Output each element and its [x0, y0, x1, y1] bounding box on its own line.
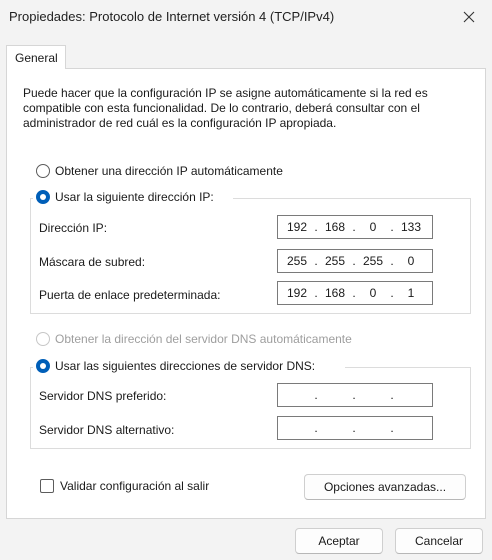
preferred-dns-input[interactable]: . . . [277, 383, 433, 407]
octet-4: 133 [400, 220, 422, 234]
octet-separator: . [352, 388, 356, 402]
gateway-label: Puerta de enlace predeterminada: [39, 288, 221, 302]
octet-separator: . [314, 286, 318, 300]
close-button[interactable] [446, 0, 492, 34]
ok-button[interactable]: Aceptar [295, 528, 383, 554]
octet-separator: . [314, 421, 318, 435]
close-icon [463, 11, 475, 23]
alternate-dns-input[interactable]: . . . [277, 416, 433, 440]
octet-separator: . [314, 220, 318, 234]
octet-separator: . [314, 254, 318, 268]
octet-separator: . [352, 286, 356, 300]
octet-separator: . [390, 254, 394, 268]
octet-1: 255 [286, 254, 308, 268]
description-text: Puede hacer que la configuración IP se a… [23, 86, 428, 130]
subnet-mask-label: Máscara de subred: [39, 255, 146, 269]
auto-dns-label: Obtener la dirección del servidor DNS au… [55, 332, 352, 346]
cancel-button[interactable]: Cancelar [395, 528, 483, 554]
tab-general[interactable]: General [6, 45, 66, 69]
octet-3: 0 [369, 286, 377, 300]
window-title: Propiedades: Protocolo de Internet versi… [9, 9, 335, 24]
octet-separator: . [390, 286, 394, 300]
octet-2: 168 [324, 286, 346, 300]
ip-address-input[interactable]: 192 . 168 . 0 . 133 [277, 215, 433, 239]
octet-1: 192 [286, 220, 308, 234]
octet-3: 0 [369, 220, 377, 234]
octet-separator: . [390, 388, 394, 402]
alternate-dns-label: Servidor DNS alternativo: [39, 423, 175, 437]
octet-separator: . [390, 421, 394, 435]
octet-1: 192 [286, 286, 308, 300]
preferred-dns-label: Servidor DNS preferido: [39, 389, 167, 403]
octet-separator: . [352, 421, 356, 435]
title-bar: Propiedades: Protocolo de Internet versi… [0, 0, 492, 34]
octet-separator: . [314, 388, 318, 402]
octet-separator: . [390, 220, 394, 234]
octet-4: 1 [407, 286, 415, 300]
advanced-options-button[interactable]: Opciones avanzadas... [304, 474, 466, 500]
validate-checkbox[interactable] [40, 479, 54, 493]
octet-4: 0 [407, 254, 415, 268]
manual-ip-label: Usar la siguiente dirección IP: [55, 190, 214, 204]
ip-address-label: Dirección IP: [39, 221, 108, 235]
manual-ip-radio[interactable] [36, 190, 50, 204]
auto-ip-label: Obtener una dirección IP automáticamente [55, 164, 283, 178]
manual-ip-option[interactable]: Usar la siguiente dirección IP: [36, 190, 214, 204]
manual-dns-label: Usar las siguientes direcciones de servi… [55, 359, 316, 373]
manual-dns-option[interactable]: Usar las siguientes direcciones de servi… [36, 359, 315, 373]
auto-ip-radio[interactable] [36, 164, 50, 178]
validate-label: Validar configuración al salir [60, 479, 210, 493]
auto-dns-option[interactable]: Obtener la dirección del servidor DNS au… [36, 332, 352, 346]
octet-separator: . [352, 254, 356, 268]
general-panel: Puede hacer que la configuración IP se a… [6, 68, 486, 519]
auto-ip-option[interactable]: Obtener una dirección IP automáticamente [36, 164, 283, 178]
subnet-mask-input[interactable]: 255 . 255 . 255 . 0 [277, 249, 433, 273]
octet-2: 168 [324, 220, 346, 234]
gateway-input[interactable]: 192 . 168 . 0 . 1 [277, 281, 433, 305]
octet-3: 255 [362, 254, 384, 268]
validate-option[interactable]: Validar configuración al salir [40, 479, 209, 493]
manual-dns-radio[interactable] [36, 359, 50, 373]
octet-separator: . [352, 220, 356, 234]
auto-dns-radio[interactable] [36, 332, 50, 346]
octet-2: 255 [324, 254, 346, 268]
